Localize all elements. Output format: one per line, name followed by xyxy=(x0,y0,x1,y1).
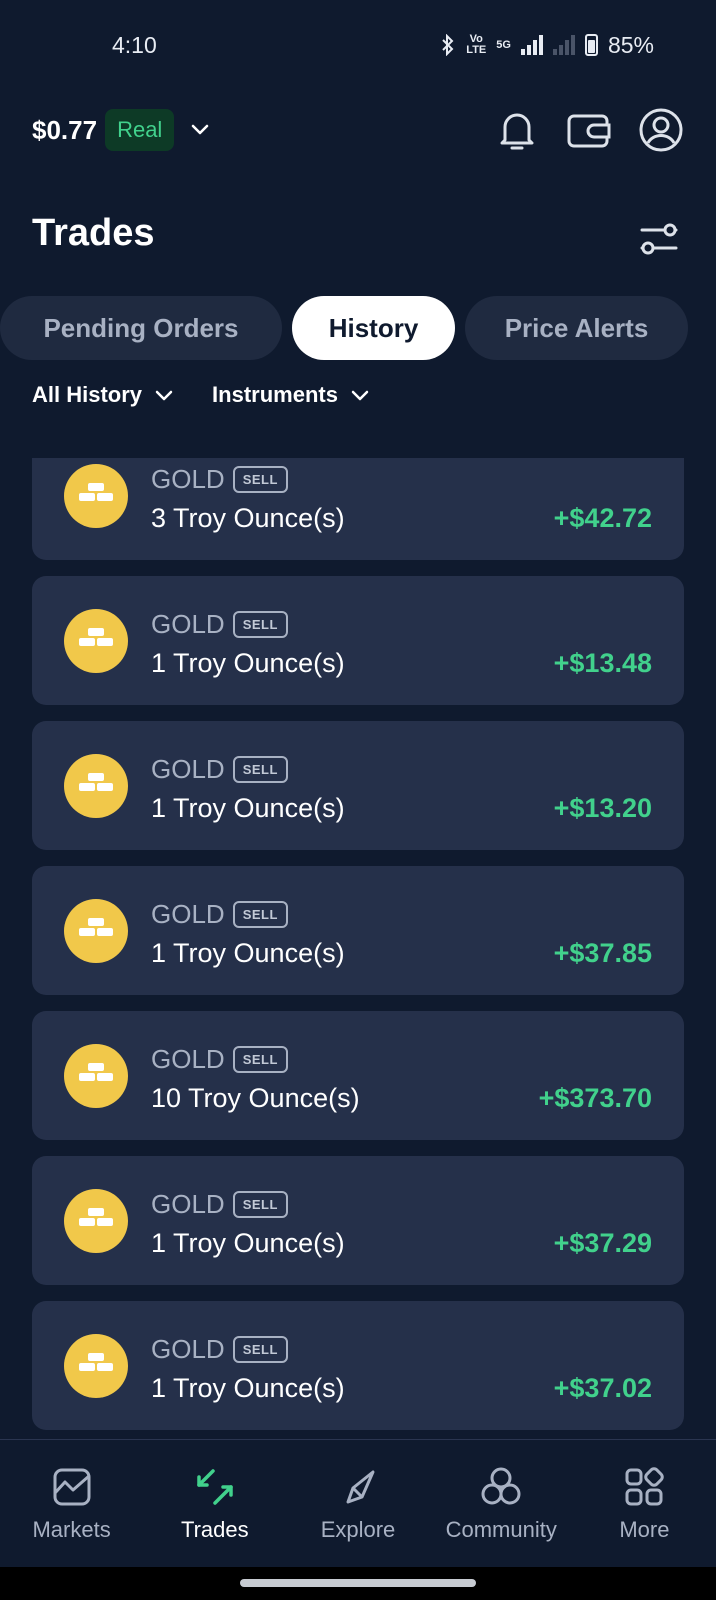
instrument-symbol: GOLD xyxy=(151,899,225,929)
compass-icon xyxy=(336,1465,380,1509)
filter-settings-icon[interactable] xyxy=(636,220,682,260)
instruments-dropdown[interactable]: Instruments xyxy=(212,382,370,408)
trade-pnl: +$37.29 xyxy=(553,1228,652,1258)
trades-tabs: Pending Orders History Price Alerts xyxy=(0,296,716,360)
trade-card[interactable]: GOLD SELL 3 Troy Ounce(s) +$42.72 xyxy=(32,458,684,560)
trade-pnl: +$37.85 xyxy=(553,938,652,968)
gold-bars-icon xyxy=(64,899,128,963)
tab-pending-orders[interactable]: Pending Orders xyxy=(0,296,282,360)
trade-quantity: 3 Troy Ounce(s) xyxy=(151,503,345,533)
trade-quantity: 1 Troy Ounce(s) xyxy=(151,648,345,678)
arrows-icon xyxy=(193,1465,237,1509)
nav-markets[interactable]: Markets xyxy=(0,1440,143,1567)
instrument-symbol: GOLD xyxy=(151,1334,225,1364)
trade-pnl: +$13.20 xyxy=(553,793,652,823)
volte-indicator: Vo LTE xyxy=(466,33,487,56)
chart-icon xyxy=(50,1465,94,1509)
side-badge: SELL xyxy=(232,901,288,928)
trade-history-list[interactable]: GOLD SELL 3 Troy Ounce(s) +$42.72 GOLD S… xyxy=(0,458,716,1439)
side-badge: SELL xyxy=(232,611,288,638)
bell-icon[interactable] xyxy=(494,107,540,153)
instrument-symbol: GOLD xyxy=(151,464,225,494)
history-range-dropdown[interactable]: All History xyxy=(32,382,174,408)
community-icon xyxy=(479,1465,523,1509)
home-gesture-bar[interactable] xyxy=(240,1579,476,1587)
trade-card[interactable]: GOLD SELL 1 Troy Ounce(s) +$37.29 xyxy=(32,1156,684,1285)
trade-card[interactable]: GOLD SELL 1 Troy Ounce(s) +$13.48 xyxy=(32,576,684,705)
status-bar: 4:10 Vo LTE 5G 85% xyxy=(0,0,716,90)
nav-community[interactable]: Community xyxy=(430,1440,573,1567)
grid-icon xyxy=(622,1465,666,1509)
trade-card[interactable]: GOLD SELL 1 Troy Ounce(s) +$37.02 xyxy=(32,1301,684,1430)
trade-quantity: 10 Troy Ounce(s) xyxy=(151,1083,360,1113)
nav-explore[interactable]: Explore xyxy=(286,1440,429,1567)
gold-bars-icon xyxy=(64,1334,128,1398)
trade-pnl: +$373.70 xyxy=(538,1083,652,1113)
instrument-symbol: GOLD xyxy=(151,1044,225,1074)
bottom-navigation: Markets Trades Explore Community More xyxy=(0,1439,716,1567)
gold-bars-icon xyxy=(64,609,128,673)
tab-history[interactable]: History xyxy=(292,296,455,360)
instrument-symbol: GOLD xyxy=(151,754,225,784)
chevron-down-icon xyxy=(350,382,370,408)
trade-card[interactable]: GOLD SELL 1 Troy Ounce(s) +$13.20 xyxy=(32,721,684,850)
chevron-down-icon xyxy=(154,382,174,408)
trade-pnl: +$42.72 xyxy=(553,503,652,533)
trade-quantity: 1 Troy Ounce(s) xyxy=(151,1373,345,1403)
trade-quantity: 1 Troy Ounce(s) xyxy=(151,938,345,968)
profile-icon[interactable] xyxy=(638,107,684,153)
trade-card[interactable]: GOLD SELL 10 Troy Ounce(s) +$373.70 xyxy=(32,1011,684,1140)
gold-bars-icon xyxy=(64,1044,128,1108)
nav-more[interactable]: More xyxy=(573,1440,716,1567)
trade-pnl: +$13.48 xyxy=(553,648,652,678)
signal-sim2-icon xyxy=(552,35,575,55)
bluetooth-icon xyxy=(442,34,454,56)
system-navigation-bar xyxy=(0,1567,716,1600)
account-selector[interactable]: $0.77 Real xyxy=(32,109,218,151)
nav-trades[interactable]: Trades xyxy=(143,1440,286,1567)
battery-icon xyxy=(584,34,598,56)
top-bar: $0.77 Real xyxy=(0,100,716,160)
account-balance: $0.77 xyxy=(32,114,98,145)
trade-pnl: +$37.02 xyxy=(553,1373,652,1403)
battery-level: 85% xyxy=(607,31,654,58)
gold-bars-icon xyxy=(64,464,128,528)
side-badge: SELL xyxy=(232,466,288,493)
trade-quantity: 1 Troy Ounce(s) xyxy=(151,1228,345,1258)
gold-bars-icon xyxy=(64,754,128,818)
side-badge: SELL xyxy=(232,1046,288,1073)
gold-bars-icon xyxy=(64,1189,128,1253)
tab-price-alerts[interactable]: Price Alerts xyxy=(465,296,688,360)
side-badge: SELL xyxy=(232,756,288,783)
wallet-icon[interactable] xyxy=(566,107,612,153)
side-badge: SELL xyxy=(232,1191,288,1218)
status-time: 4:10 xyxy=(112,31,157,58)
trade-card[interactable]: GOLD SELL 1 Troy Ounce(s) +$37.85 xyxy=(32,866,684,995)
instrument-symbol: GOLD xyxy=(151,609,225,639)
status-icons: Vo LTE 5G 85% xyxy=(440,32,654,59)
instrument-symbol: GOLD xyxy=(151,1189,225,1219)
chevron-down-icon[interactable] xyxy=(182,112,218,148)
network-type: 5G xyxy=(496,38,511,51)
account-type-badge: Real xyxy=(105,109,175,151)
page-title: Trades xyxy=(32,212,155,254)
history-filters: All History Instruments xyxy=(32,382,370,408)
signal-strength-icon xyxy=(520,35,543,55)
trade-quantity: 1 Troy Ounce(s) xyxy=(151,793,345,823)
side-badge: SELL xyxy=(232,1336,288,1363)
